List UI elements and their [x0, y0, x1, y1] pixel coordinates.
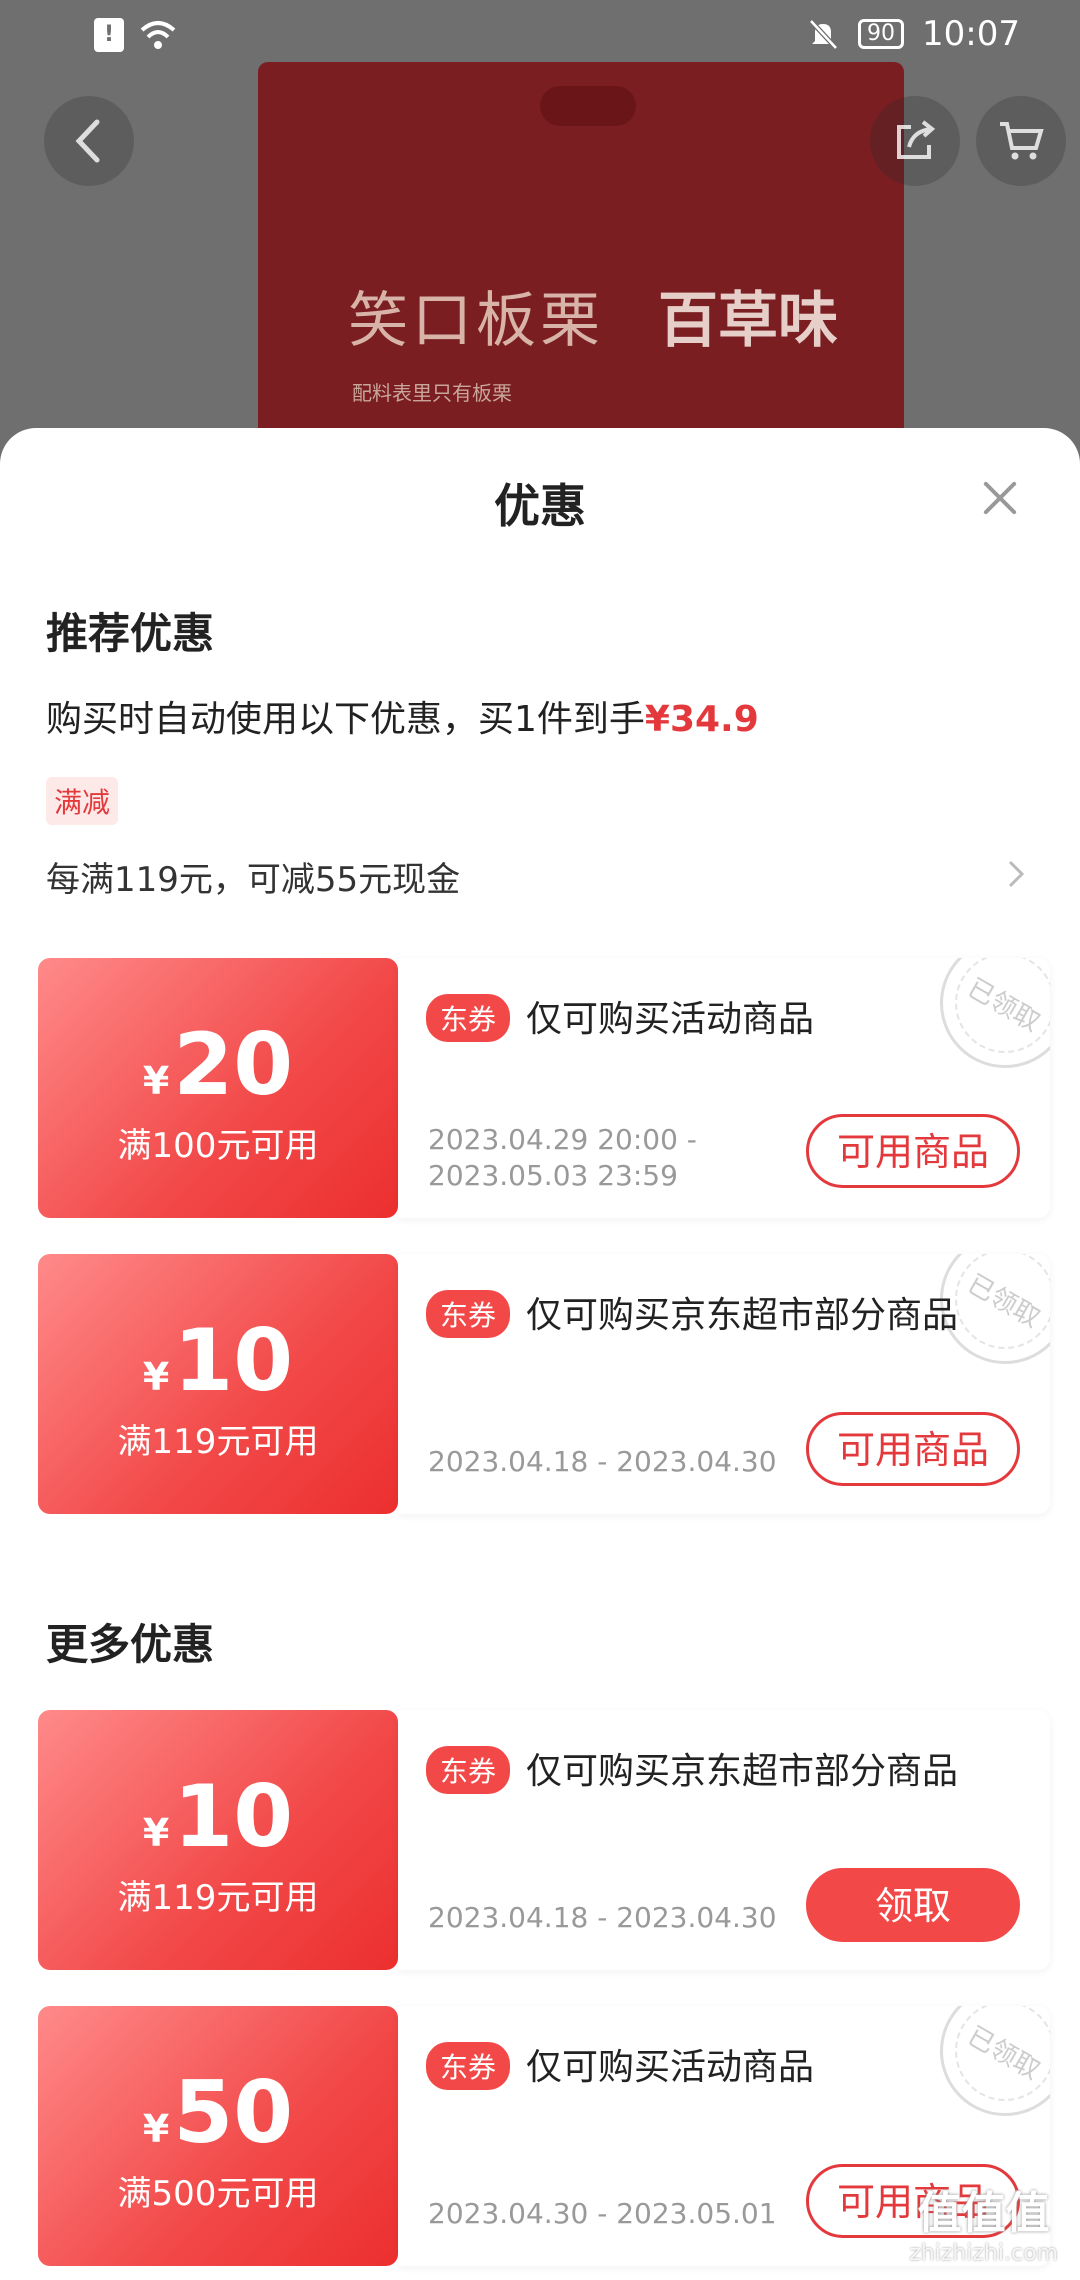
wifi-icon — [140, 21, 176, 49]
sim-alert-icon: ! — [94, 18, 124, 52]
coupon-date-end: 2023.05.03 23:59 — [428, 1159, 678, 1192]
coupon-title: 仅可购买京东超市部分商品 — [526, 1295, 959, 1336]
claimed-stamp: 已领取 — [916, 958, 1050, 1092]
back-button[interactable] — [44, 96, 134, 186]
final-price: ¥34.9 — [644, 699, 759, 740]
coupon-value-panel: ¥50 满500元可用 — [38, 2006, 398, 2266]
coupon-value-panel: ¥20 满100元可用 — [38, 958, 398, 1218]
coupon-title: 仅可购买活动商品 — [526, 999, 815, 1040]
status-left: ! — [94, 18, 178, 52]
coupon-amount: ¥50 — [142, 2063, 294, 2163]
coupon-date: 2023.04.18 - 2023.04.30 — [428, 1445, 777, 1478]
cart-icon — [1000, 122, 1044, 160]
coupon-badge: 东券 — [426, 994, 511, 1042]
coupon-date-start: 2023.04.29 20:00 - — [428, 1123, 697, 1156]
sheet-title: 优惠 — [494, 479, 586, 533]
status-right: 90 10:07 — [806, 14, 1020, 54]
coupon-info-panel: 东券 仅可购买京东超市部分商品 2023.04.18 - 2023.04.30 … — [398, 1710, 1050, 1970]
coupon-badge: 东券 — [426, 1290, 511, 1338]
product-note: 配料表里只有板栗 — [352, 381, 512, 405]
battery-indicator: 90 — [858, 19, 905, 49]
chevron-left-icon — [75, 119, 100, 163]
coupon-amount: ¥10 — [142, 1767, 294, 1867]
coupon-card: ¥50 满500元可用 已领取 东券 仅可购买活动商品 2023.04.30 -… — [38, 2006, 1050, 2266]
coupon-value-panel: ¥10 满119元可用 — [38, 1710, 398, 1970]
coupon-title: 仅可购买活动商品 — [526, 2047, 815, 2088]
coupon-card: ¥20 满100元可用 已领取 东券 仅可购买活动商品 2023.04.29 2… — [38, 958, 1050, 1218]
more-offers-title: 更多优惠 — [46, 1620, 215, 1669]
share-icon — [897, 120, 936, 159]
watermark-logo: 值值值 — [917, 2188, 1050, 2239]
site-watermark: 值值值 zhizhizhi.com — [909, 2177, 1058, 2266]
discount-sheet: 优惠 推荐优惠 购买时自动使用以下优惠，买1件到手¥34.9 满减 每满119元… — [0, 428, 1080, 2280]
available-goods-button[interactable]: 可用商品 — [806, 1412, 1020, 1486]
product-image: 笑口板栗 百草味 配料表里只有板栗 — [258, 62, 904, 482]
auto-apply-text: 购买时自动使用以下优惠，买1件到手 — [46, 699, 645, 740]
coupon-info-panel: 已领取 东券 仅可购买活动商品 2023.04.29 20:00 - 2023.… — [398, 958, 1050, 1218]
coupon-date: 2023.04.30 - 2023.05.01 — [428, 2197, 777, 2230]
status-bar: ! 90 10:07 — [0, 0, 1080, 72]
coupon-card: ¥10 满119元可用 东券 仅可购买京东超市部分商品 2023.04.18 -… — [38, 1710, 1050, 1970]
share-button[interactable] — [870, 96, 960, 186]
coupon-value-panel: ¥10 满119元可用 — [38, 1254, 398, 1514]
recommended-title: 推荐优惠 — [46, 609, 215, 658]
auto-apply-line: 购买时自动使用以下优惠，买1件到手¥34.9 — [46, 690, 759, 742]
coupon-amount: ¥20 — [142, 1015, 294, 1115]
coupon-condition: 满500元可用 — [117, 2174, 319, 2214]
coupon-date: 2023.04.18 - 2023.04.30 — [428, 1901, 777, 1934]
product-name: 笑口板栗 — [348, 286, 604, 356]
reduce-tag: 满减 — [46, 777, 119, 825]
coupon-condition: 满119元可用 — [117, 1422, 319, 1462]
bag-hang-hole — [540, 86, 636, 126]
reduce-description[interactable]: 每满119元，可减55元现金 — [46, 852, 460, 901]
cart-button[interactable] — [976, 96, 1066, 186]
chevron-right-icon[interactable] — [998, 856, 1034, 892]
clock: 10:07 — [922, 14, 1020, 54]
coupon-badge: 东券 — [426, 2042, 511, 2090]
available-goods-button[interactable]: 可用商品 — [806, 1114, 1020, 1188]
claimed-stamp: 已领取 — [916, 2006, 1050, 2140]
coupon-info-panel: 已领取 东券 仅可购买京东超市部分商品 2023.04.18 - 2023.04… — [398, 1254, 1050, 1514]
coupon-amount: ¥10 — [142, 1311, 294, 1411]
coupon-condition: 满100元可用 — [117, 1126, 319, 1166]
bell-muted-icon — [809, 19, 838, 50]
coupon-card: ¥10 满119元可用 已领取 东券 仅可购买京东超市部分商品 2023.04.… — [38, 1254, 1050, 1514]
coupon-condition: 满119元可用 — [117, 1878, 319, 1918]
coupon-badge: 东券 — [426, 1746, 511, 1794]
product-brand: 百草味 — [658, 286, 838, 356]
claim-button[interactable]: 领取 — [806, 1868, 1020, 1942]
coupon-title: 仅可购买京东超市部分商品 — [526, 1751, 959, 1792]
close-button[interactable] — [976, 474, 1024, 522]
watermark-url: zhizhizhi.com — [909, 2241, 1058, 2266]
